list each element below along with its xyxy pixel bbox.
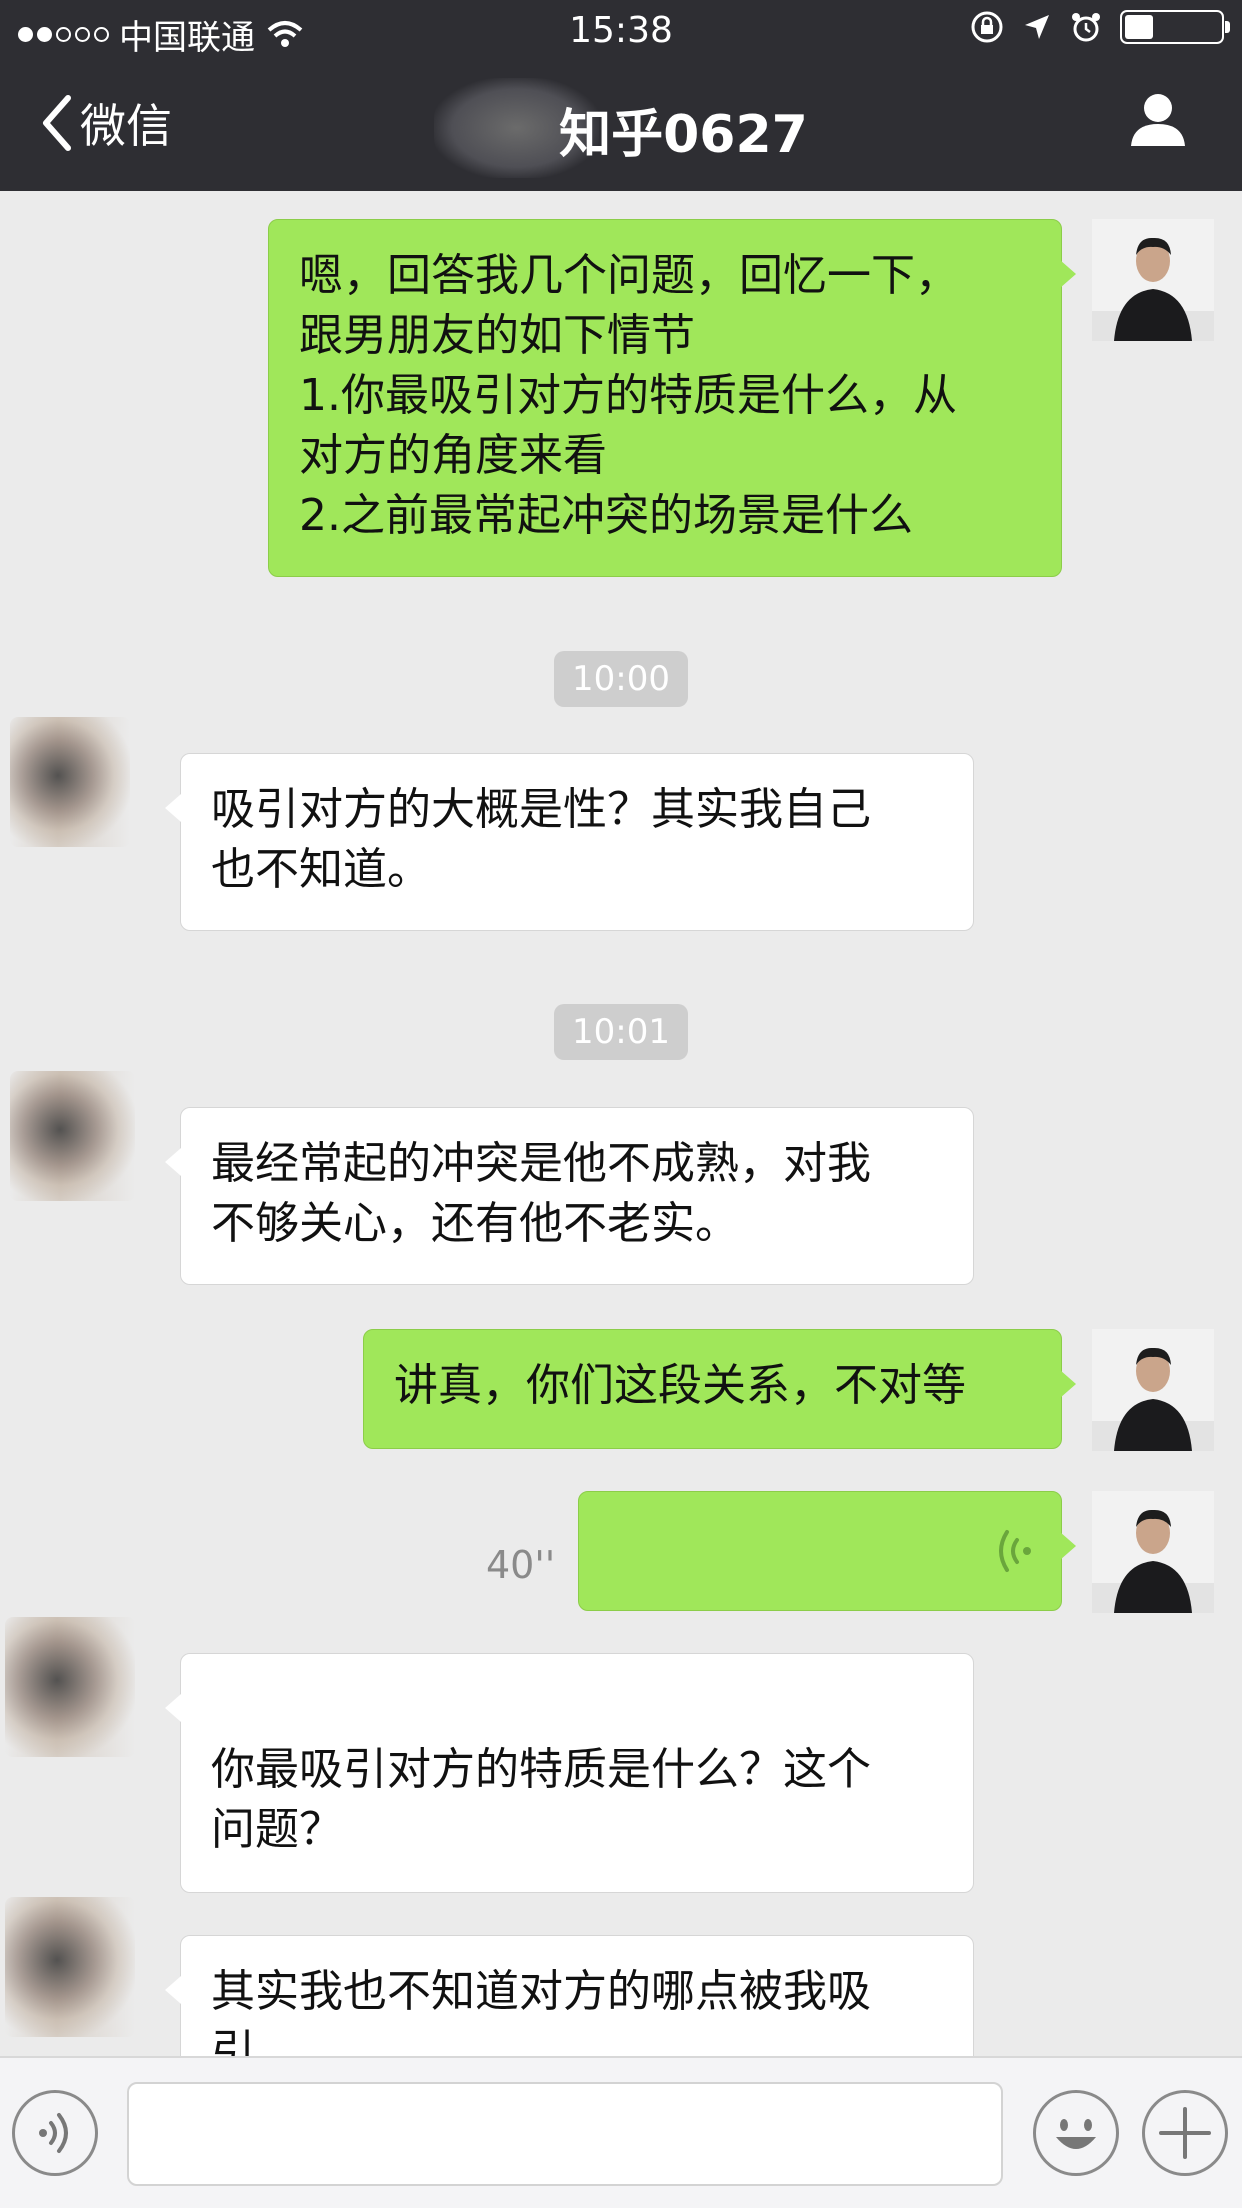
my-avatar[interactable] xyxy=(1092,1491,1214,1613)
voice-duration: 40'' xyxy=(486,1543,556,1587)
chat-info-button[interactable] xyxy=(1129,90,1187,152)
nav-bar: 微信 知乎0627 xyxy=(0,62,1242,191)
time-divider: 10:00 xyxy=(0,651,1242,707)
emoji-icon xyxy=(1056,2119,1096,2149)
voice-icon xyxy=(39,2113,68,2153)
input-bar xyxy=(0,2056,1242,2208)
message-bubble-outgoing[interactable]: 讲真，你们这段关系，不对等 xyxy=(363,1329,1076,1449)
contact-avatar[interactable] xyxy=(10,1071,135,1201)
person-icon xyxy=(1131,94,1185,146)
message-bubble-incoming[interactable]: 吸引对方的大概是性？其实我自己 也不知道。 xyxy=(165,753,974,931)
my-avatar[interactable] xyxy=(1092,219,1214,341)
my-avatar-photo xyxy=(1092,1491,1214,1613)
battery-fill xyxy=(1125,15,1153,39)
message-bubble-incoming[interactable]: 最经常起的冲突是他不成熟，对我 不够关心，还有他不老实。 xyxy=(165,1107,974,1285)
voice-input-button[interactable] xyxy=(12,2090,98,2176)
my-avatar-photo xyxy=(1092,1329,1214,1451)
plus-icon xyxy=(1159,2107,1211,2159)
time-divider-label: 10:01 xyxy=(554,1004,688,1060)
message-input[interactable] xyxy=(127,2082,1003,2186)
chat-title-text: 知乎0627 xyxy=(559,105,808,165)
message-bubble-incoming[interactable]: 你最吸引对方的特质是什么？这个 问题？ xyxy=(165,1653,974,1893)
contact-avatar[interactable] xyxy=(5,1617,135,1757)
alarm-icon xyxy=(1072,13,1100,42)
status-bar: 中国联通 15:38 xyxy=(0,0,1242,62)
battery-icon xyxy=(1120,10,1230,44)
voice-wave-icon xyxy=(999,1530,1031,1572)
message-list[interactable]: 嗯，回答我几个问题，回忆一下， 跟男朋友的如下情节 1.你最吸引对方的特质是什么… xyxy=(0,191,1242,2056)
time-divider-label: 10:00 xyxy=(554,651,688,707)
contact-avatar[interactable] xyxy=(5,1897,135,2037)
chat-title: 知乎0627 xyxy=(0,78,1242,178)
rotation-lock-icon xyxy=(971,11,1003,43)
more-button[interactable] xyxy=(1142,2090,1228,2176)
contact-avatar[interactable] xyxy=(10,717,130,847)
location-icon xyxy=(1025,15,1049,39)
my-avatar[interactable] xyxy=(1092,1329,1214,1451)
message-bubble-outgoing[interactable]: 嗯，回答我几个问题，回忆一下， 跟男朋友的如下情节 1.你最吸引对方的特质是什么… xyxy=(268,219,1076,577)
my-avatar-photo xyxy=(1092,219,1214,341)
message-bubble-incoming[interactable]: 其实我也不知道对方的哪点被我吸 引 xyxy=(165,1935,974,2056)
time-divider: 10:01 xyxy=(0,1004,1242,1060)
emoji-button[interactable] xyxy=(1033,2090,1119,2176)
voice-message-bubble[interactable] xyxy=(578,1491,1076,1611)
